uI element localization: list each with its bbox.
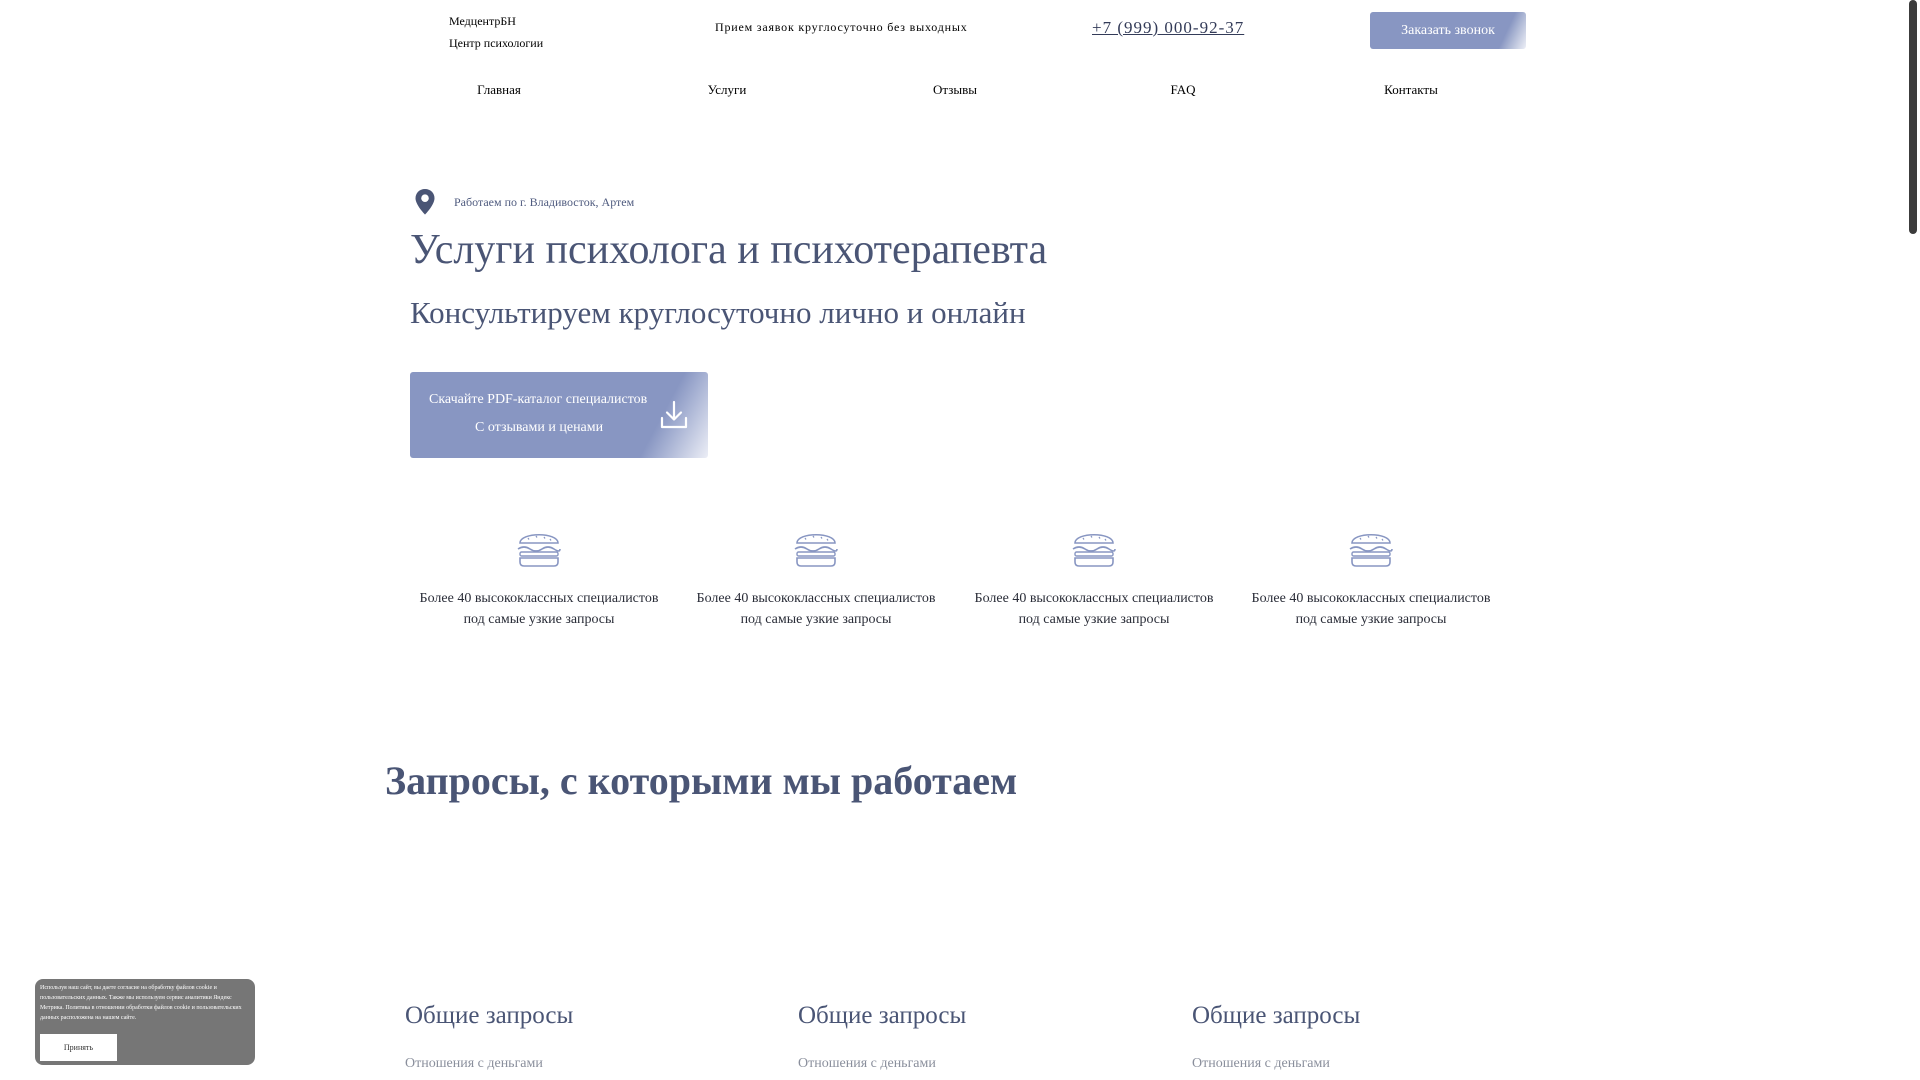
burger-icon — [794, 533, 838, 567]
request-column: Общие запросы Отношения с деньгами — [1192, 1002, 1492, 1072]
feature-line2: под самые узкие запросы — [1295, 612, 1447, 627]
feature-line1: Более 40 высококлассных специалистов — [696, 591, 936, 606]
burger-icon — [1349, 533, 1393, 567]
catalog-line2: С отзывами и ценами — [475, 420, 604, 435]
scrollbar-thumb[interactable] — [1909, 0, 1917, 234]
request-column: Общие запросы Отношения с деньгами — [405, 1002, 705, 1072]
requests-title: Запросы, с которыми мы работаем — [385, 758, 1018, 803]
feature-item: Более 40 высококлассных специалистов под… — [691, 527, 941, 630]
request-column: Общие запросы Отношения с деньгами — [798, 1002, 1098, 1072]
burger-icon — [1072, 533, 1116, 567]
nav-item-services[interactable]: Услуги — [708, 82, 747, 98]
feature-item: Более 40 высококлассных специалистов под… — [414, 527, 664, 630]
nav-item-faq[interactable]: FAQ — [1170, 82, 1195, 98]
request-item[interactable]: Отношения с деньгами — [405, 1056, 705, 1072]
request-item[interactable]: Отношения с деньгами — [798, 1056, 1098, 1072]
cookie-banner: Используя наш сайт, вы даете согласие на… — [35, 979, 255, 1065]
scrollbar[interactable] — [1906, 0, 1920, 1080]
feature-line2: под самые узкие запросы — [463, 612, 615, 627]
header-tagline: Прием заявок круглосуточно без выходных — [715, 20, 968, 34]
cookie-accept-button[interactable]: Принять — [40, 1034, 117, 1061]
request-heading: Общие запросы — [1192, 1002, 1361, 1029]
download-icon — [660, 400, 688, 429]
feature-line1: Более 40 высококлассных специалистов — [419, 591, 659, 606]
nav-item-contacts[interactable]: Контакты — [1384, 82, 1438, 98]
catalog-line1: Скачайте PDF-каталог специалистов — [429, 392, 648, 407]
map-pin-icon — [415, 189, 435, 215]
nav-item-home[interactable]: Главная — [477, 82, 521, 98]
request-heading: Общие запросы — [405, 1002, 574, 1029]
cookie-text: Используя наш сайт, вы даете согласие на… — [40, 985, 242, 1021]
request-heading: Общие запросы — [798, 1002, 967, 1029]
brand-subtitle: Центр психологии — [449, 36, 544, 50]
location-text: Работаем по г. Владивосток, Артем — [454, 194, 635, 209]
burger-icon — [517, 533, 561, 567]
brand[interactable]: МедцентрБН Центр психологии — [449, 10, 569, 54]
feature-line1: Более 40 высококлассных специалистов — [1251, 591, 1491, 606]
download-catalog-button[interactable]: Скачайте PDF-каталог специалистов С отзы… — [410, 372, 708, 458]
nav-item-reviews[interactable]: Отзывы — [933, 82, 977, 98]
feature-line1: Более 40 высококлассных специалистов — [974, 591, 1214, 606]
phone-link[interactable]: +7 (999) 000-92-37 — [1092, 18, 1244, 38]
main-nav: Главная Услуги Отзывы FAQ Контакты — [0, 82, 1920, 104]
feature-line2: под самые узкие запросы — [740, 612, 892, 627]
hero-title: Услуги психолога и психотерапевта — [410, 227, 1048, 273]
hero-subtitle: Консультируем круглосуточно лично и онла… — [410, 295, 1026, 330]
feature-line2: под самые узкие запросы — [1018, 612, 1170, 627]
brand-name: МедцентрБН — [449, 14, 516, 28]
location: Работаем по г. Владивосток, Артем — [413, 188, 634, 216]
callback-button[interactable]: Заказать звонок — [1370, 12, 1526, 49]
feature-item: Более 40 высококлассных специалистов под… — [969, 527, 1219, 630]
feature-item: Более 40 высококлассных специалистов под… — [1246, 527, 1496, 630]
request-item[interactable]: Отношения с деньгами — [1192, 1056, 1492, 1072]
